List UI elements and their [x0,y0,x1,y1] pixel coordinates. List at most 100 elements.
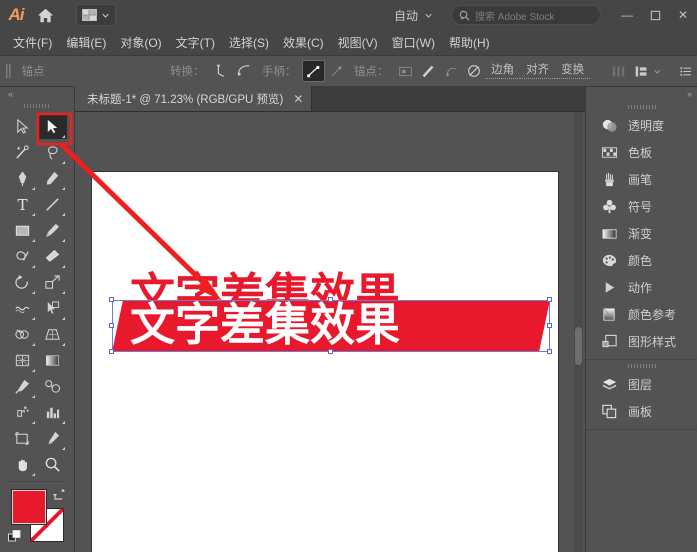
panel-button-gradient[interactable]: 渐变 [586,220,697,247]
menu-effect[interactable]: 效果(C) [276,31,331,54]
document-tab[interactable]: 未标题-1* @ 71.23% (RGB/GPU 预览) ✕ [75,86,312,111]
panel-button-layers[interactable]: 图层 [586,371,697,398]
expand-panels-icon[interactable]: » [586,87,697,101]
show-handles-icon[interactable] [302,60,325,82]
transform-label[interactable]: 变换 [555,63,590,79]
selection-handle-tr[interactable] [547,297,552,302]
zoom-tool[interactable] [37,451,67,477]
selection-tool[interactable] [7,113,37,139]
default-fill-stroke-icon[interactable] [8,530,22,544]
collapse-panel-icon[interactable]: « [0,87,74,101]
panel-options-icon[interactable] [674,60,697,82]
mesh-tool[interactable] [7,347,37,373]
maximize-icon [650,10,661,21]
search-input[interactable]: 搜索 Adobe Stock [451,5,601,25]
paintbrush-tool[interactable] [37,217,67,243]
artboard[interactable]: ⌐ 文字差集效果 文字差集效果 [92,172,558,552]
panel-button-swatches[interactable]: 色板 [586,139,697,166]
panel-label: 符号 [628,198,652,215]
panel-button-symbols[interactable]: 符号 [586,193,697,220]
tool-flyout-indicator [62,239,65,242]
rotate-tool[interactable] [7,269,37,295]
artwork-group[interactable]: 文字差集效果 文字差集效果 [112,272,552,367]
menu-view[interactable]: 视图(V) [331,31,385,54]
panel-button-brushes[interactable]: 画笔 [586,166,697,193]
cut-path-icon[interactable] [417,60,440,82]
line-segment-tool[interactable] [37,191,67,217]
workspace-switcher[interactable]: 自动 [394,7,437,24]
panel-button-graphic-styles[interactable]: 图形样式 [586,328,697,355]
scale-tool[interactable] [37,269,67,295]
eyedropper-tool[interactable] [7,373,37,399]
swap-fill-stroke-icon[interactable] [52,488,66,502]
blend-tool[interactable] [37,373,67,399]
symbol-sprayer-tool[interactable] [7,399,37,425]
convert-to-smooth-icon[interactable] [233,60,256,82]
maximize-button[interactable] [641,3,669,27]
artboard-tool[interactable] [7,425,37,451]
width-tool[interactable] [7,295,37,321]
eraser-tool[interactable] [37,243,67,269]
chevron-down-icon[interactable] [653,67,662,76]
perspective-grid-tool[interactable] [37,321,67,347]
panel-button-color-guide[interactable]: 颜色参考 [586,301,697,328]
minimize-button[interactable]: — [613,3,641,27]
convert-to-corner-icon[interactable] [210,60,233,82]
panel-button-actions[interactable]: 动作 [586,274,697,301]
column-graph-tool[interactable] [37,399,67,425]
panel-button-transparency[interactable]: 透明度 [586,112,697,139]
fill-swatch[interactable] [12,490,46,524]
tools-panel-grip[interactable] [0,101,74,111]
panel-button-artboards[interactable]: 画板 [586,398,697,425]
slice-tool[interactable] [37,425,67,451]
arrange-objects-icon[interactable] [630,60,653,82]
canvas-area[interactable]: ⌐ 文字差集效果 文字差集效果 [75,112,585,552]
direct-selection-tool[interactable] [37,113,67,139]
pen-tool[interactable] [7,165,37,191]
selection-handle-ml[interactable] [109,323,114,328]
menu-select[interactable]: 选择(S) [222,31,276,54]
menu-help[interactable]: 帮助(H) [442,31,497,54]
gradient-tool[interactable] [37,347,67,373]
hide-handles-icon[interactable] [325,60,348,82]
panel-button-color[interactable]: 颜色 [586,247,697,274]
connect-points-icon[interactable] [440,60,463,82]
tool-flyout-indicator [32,317,35,320]
selection-handle-bl[interactable] [109,349,114,354]
selection-handle-tl[interactable] [109,297,114,302]
tool-flyout-indicator [32,265,35,268]
shape-builder-tool[interactable] [7,321,37,347]
selection-handle-br[interactable] [547,349,552,354]
close-icon[interactable]: ✕ [293,93,303,105]
selection-handle-mr[interactable] [547,323,552,328]
isolate-selected-icon[interactable] [394,60,417,82]
menu-type[interactable]: 文字(T) [169,31,222,54]
corners-label[interactable]: 边角 [485,63,520,79]
home-icon[interactable] [28,0,62,30]
dock-group-1-grip[interactable] [586,101,697,112]
vertical-scrollbar-thumb[interactable] [575,327,582,365]
rectangle-tool[interactable] [7,217,37,243]
selection-handle-bc[interactable] [328,349,333,354]
menu-object[interactable]: 对象(O) [113,31,168,54]
dock-group-2-grip[interactable] [586,360,697,371]
align-label[interactable]: 对齐 [520,63,555,79]
distribute-spacing-icon[interactable] [607,60,630,82]
menu-file[interactable]: 文件(F) [6,31,59,54]
control-bar-grip[interactable] [6,56,15,87]
title-bar: Ai 自动 [0,0,697,30]
type-tool[interactable]: T [7,191,37,217]
arrange-documents-button[interactable] [76,4,116,26]
hand-tool[interactable] [7,451,37,477]
shaper-tool[interactable] [7,243,37,269]
vertical-scrollbar[interactable] [574,112,583,552]
remove-anchor-icon[interactable] [462,60,485,82]
curvature-tool[interactable] [37,165,67,191]
close-button[interactable]: ✕ [669,3,697,27]
selection-handle-tc[interactable] [328,297,333,302]
free-transform-tool[interactable] [37,295,67,321]
menu-edit[interactable]: 编辑(E) [59,31,113,54]
lasso-tool[interactable] [37,139,67,165]
magic-wand-tool[interactable] [7,139,37,165]
menu-window[interactable]: 窗口(W) [385,31,442,54]
